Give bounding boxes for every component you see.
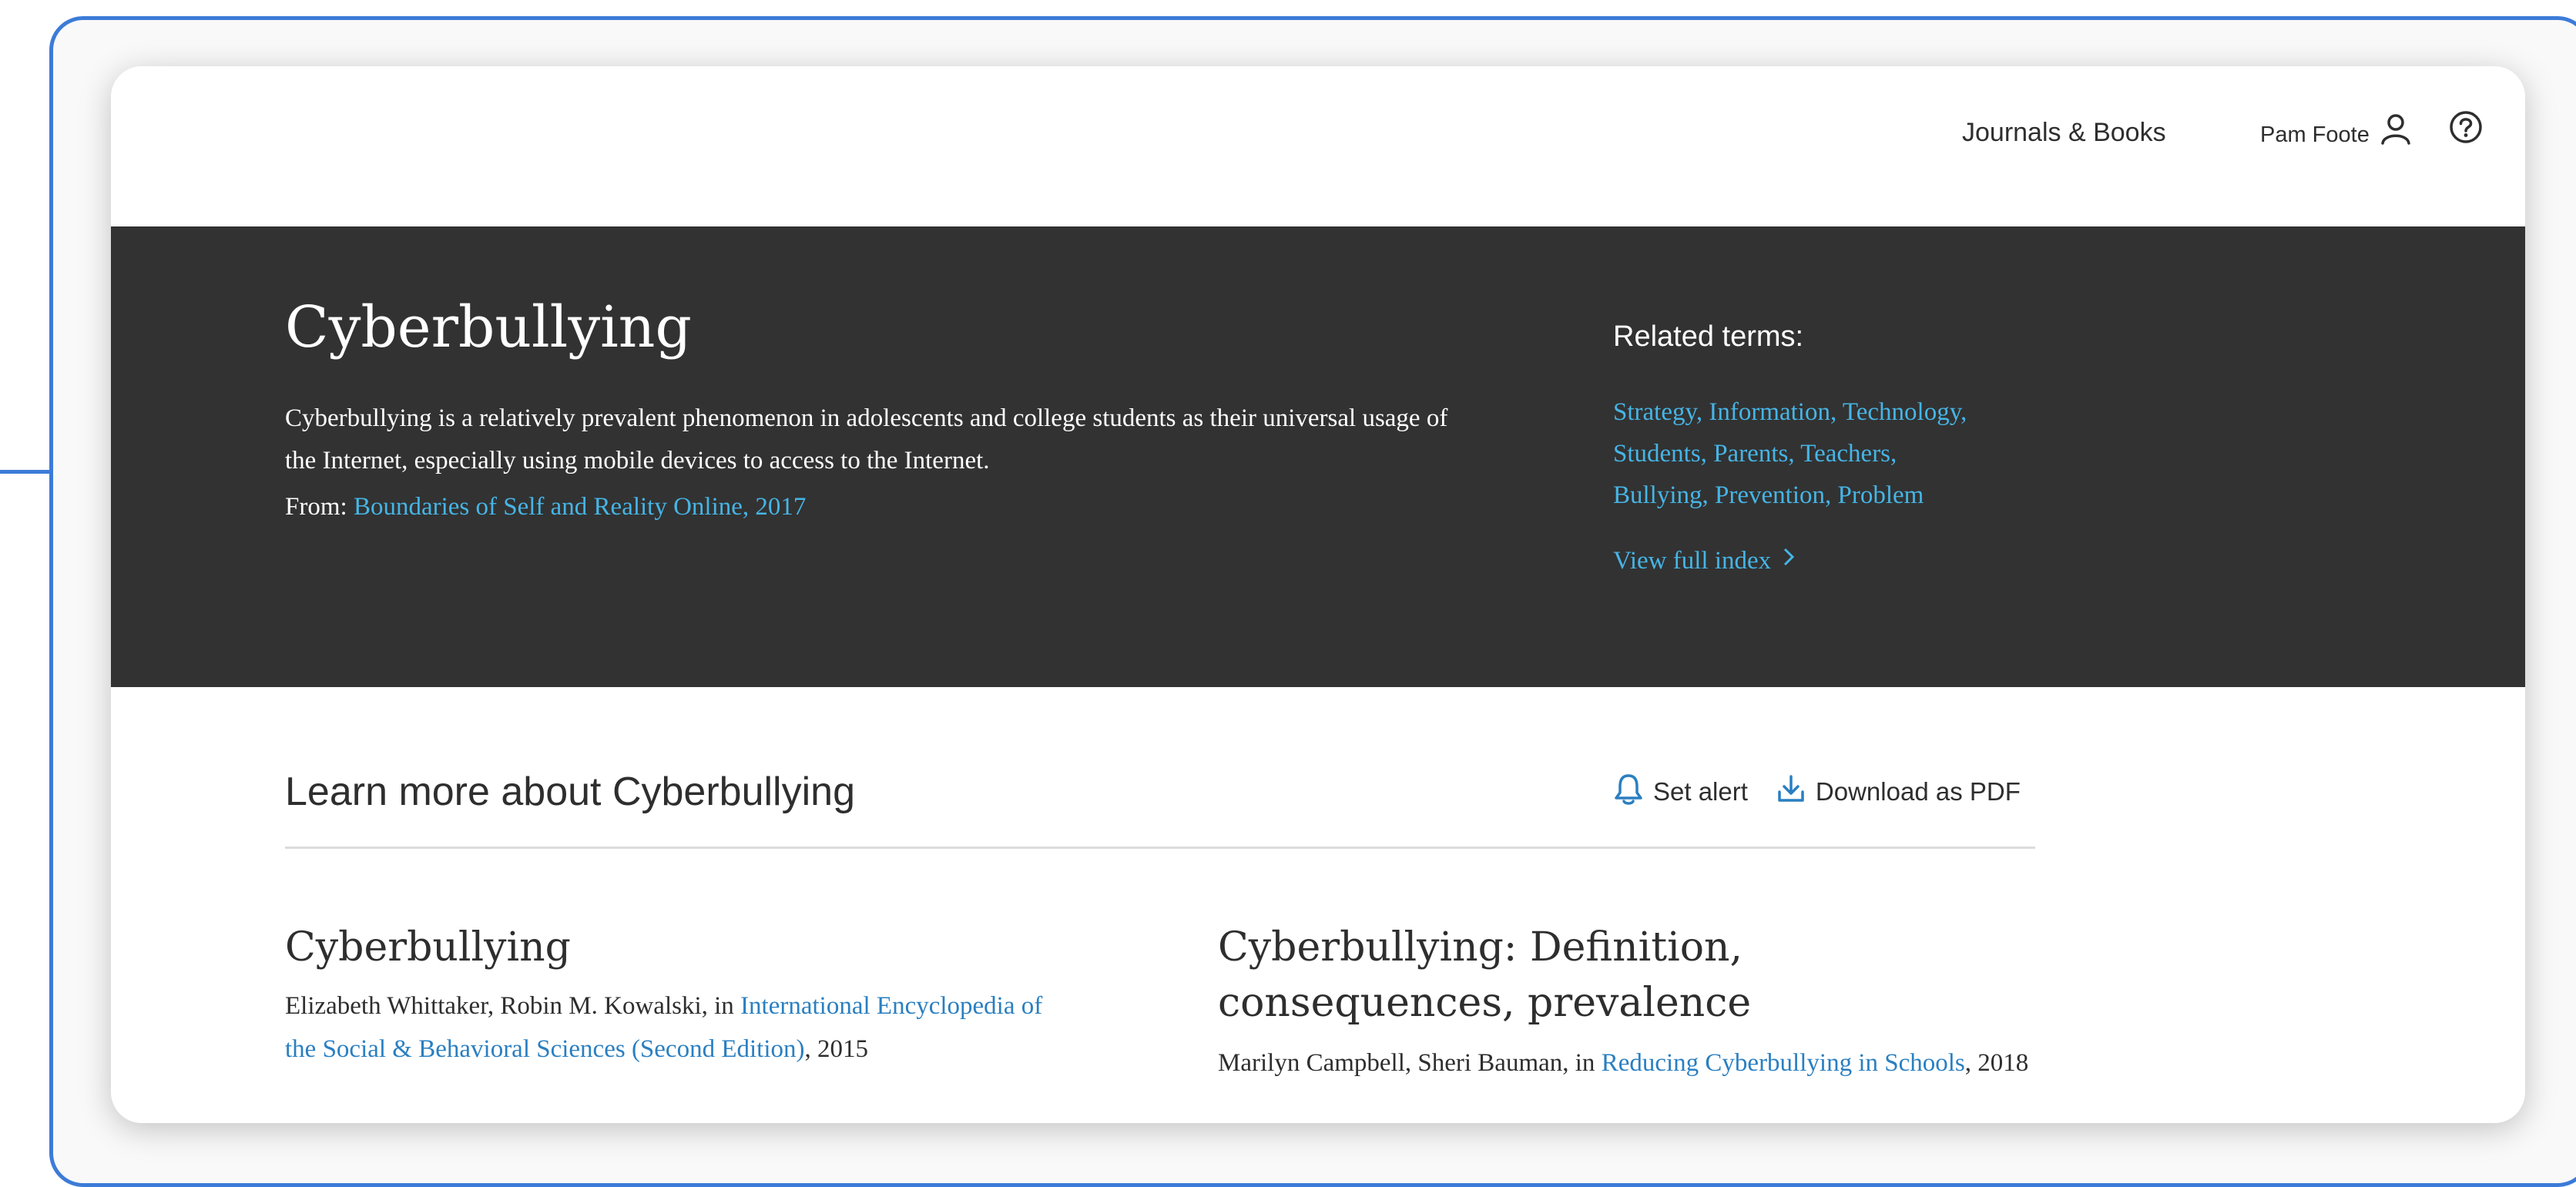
article-title[interactable]: Cyberbullying: Definition, consequences,… [1218,920,2034,1031]
article-year: , 2015 [804,1035,869,1063]
user-account-button[interactable]: Pam Foote [2260,112,2411,149]
user-name: Pam Foote [2260,122,2370,147]
view-full-index-label: View full index [1613,547,1772,575]
user-icon [2380,112,2411,150]
learn-more-heading: Learn more about Cyberbullying [285,770,855,814]
topic-description: Cyberbullying is a relatively prevalent … [285,404,1448,474]
article-authors: Marilyn Campbell, Sheri Bauman, in [1218,1049,1595,1077]
related-term[interactable]: Strategy, [1613,398,1702,426]
topic-source: From: Boundaries of Self and Reality Onl… [285,488,806,525]
related-term[interactable]: Parents, [1713,440,1794,468]
section-divider [285,847,2035,849]
related-term[interactable]: Students, [1613,440,1707,468]
article-card: Cyberbullying: Definition, consequences,… [1218,920,2034,1085]
topic-hero: Cyberbullying Cyberbullying is a relativ… [111,226,2525,687]
article-title[interactable]: Cyberbullying [285,920,1071,975]
related-term[interactable]: Prevention, [1715,481,1831,509]
set-alert-button[interactable]: Set alert [1613,772,1748,812]
download-pdf-button[interactable]: Download as PDF [1776,773,2021,810]
chevron-right-icon [1771,542,1796,579]
top-navigation-bar: Journals & Books Pam Foote [111,66,2525,226]
source-label: From: [285,493,347,521]
article-meta: Marilyn Campbell, Sheri Bauman, in Reduc… [1218,1041,2034,1085]
related-term[interactable]: Information, [1709,398,1836,426]
related-term[interactable]: Bullying, [1613,481,1709,509]
article-authors: Elizabeth Whittaker, Robin M. Kowalski, … [285,992,734,1020]
nav-journals-books-link[interactable]: Journals & Books [1962,114,2166,151]
related-term[interactable]: Problem [1838,481,1924,509]
source-link[interactable]: Boundaries of Self and Reality Online, 2… [354,493,806,521]
article-card: Cyberbullying Elizabeth Whittaker, Robin… [285,920,1071,1071]
view-full-index-link[interactable]: View full index [1613,542,1796,579]
download-icon [1776,773,1816,810]
related-term[interactable]: Teachers, [1800,440,1897,468]
related-terms-heading: Related terms: [1613,320,1804,353]
set-alert-label: Set alert [1653,777,1748,806]
article-source-link[interactable]: Reducing Cyberbullying in Schools [1602,1049,1965,1077]
article-year: , 2018 [1964,1049,2029,1077]
page-title: Cyberbullying [285,294,692,360]
related-term[interactable]: Technology, [1843,398,1967,426]
help-icon[interactable] [2448,109,2484,145]
page-card: Journals & Books Pam Foote Cyberbullying… [111,66,2525,1123]
related-terms-list: Strategy, Information, Technology, Stude… [1613,391,2091,516]
article-meta: Elizabeth Whittaker, Robin M. Kowalski, … [285,984,1071,1071]
download-pdf-label: Download as PDF [1815,777,2021,806]
topic-actions: Set alert Download as PDF [1613,773,2021,810]
bell-icon [1613,772,1653,812]
connector-line [0,470,52,474]
